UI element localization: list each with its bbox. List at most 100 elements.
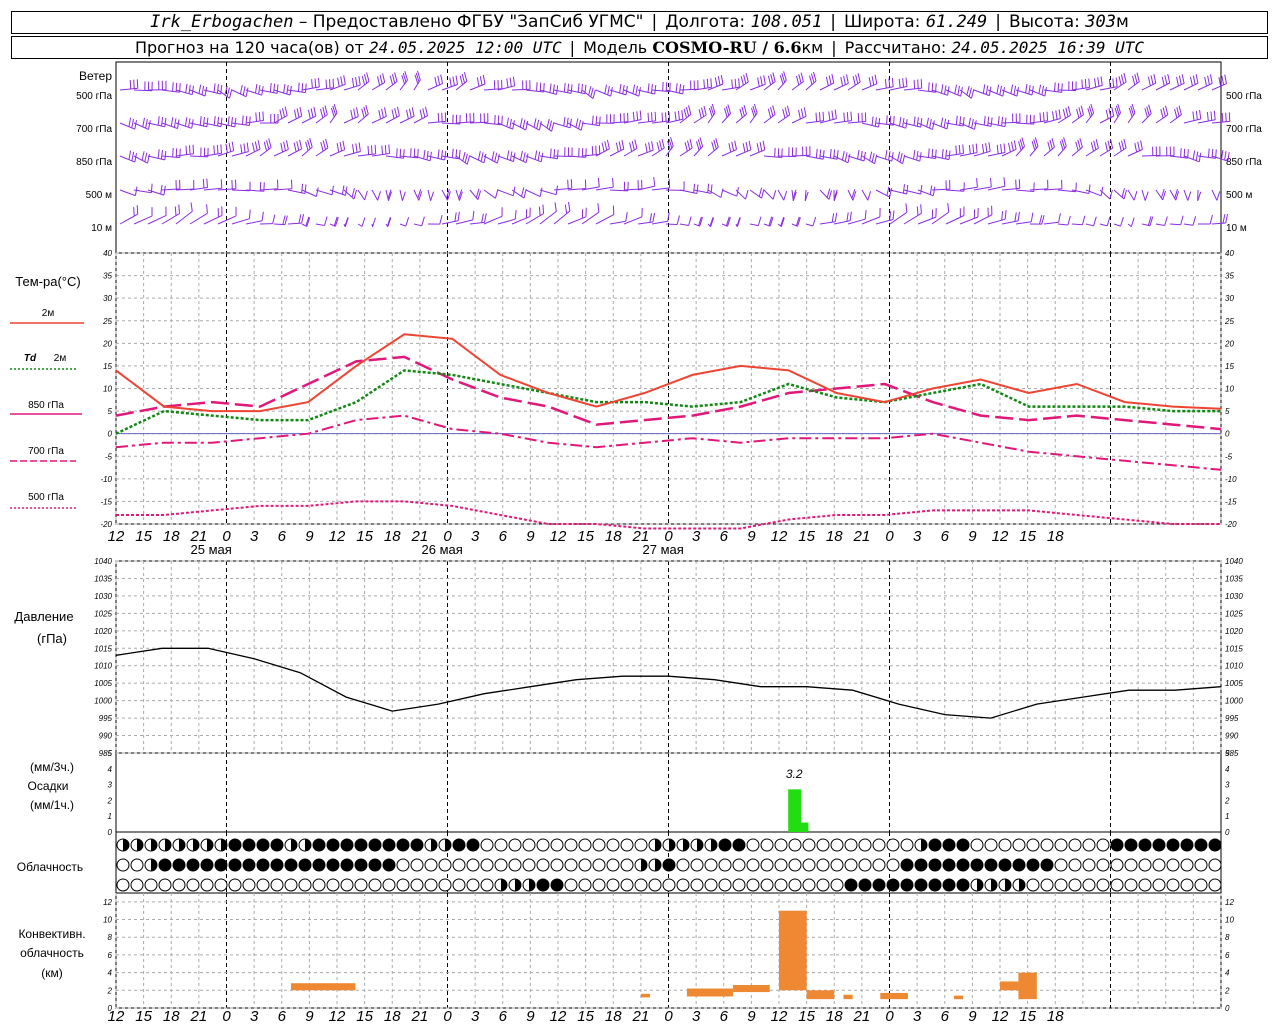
- cloud-icon: [984, 858, 998, 872]
- cloud-circle: [1152, 838, 1166, 852]
- cloud-icon: [536, 878, 550, 892]
- cloud-circle: [1208, 838, 1222, 852]
- wind-barb-flag: [783, 191, 788, 201]
- cloud-icon: [550, 878, 564, 892]
- cloud-icon: [130, 878, 144, 892]
- wind-barb-flag: [1090, 142, 1094, 152]
- cloud-icon: [494, 838, 508, 852]
- wind-barb-flag: [455, 75, 458, 85]
- wind-barb-flag: [479, 76, 483, 86]
- wind-barb-flag: [514, 210, 517, 220]
- cloud-circle: [1194, 858, 1208, 872]
- wind-barb-flag: [728, 143, 732, 153]
- cloud-circle: [228, 858, 242, 872]
- cloud-half: [683, 839, 689, 851]
- wind-barb-flag: [1041, 214, 1045, 225]
- wind-barb-flag: [568, 201, 571, 212]
- wind-barb-flag: [131, 118, 134, 128]
- wind-barb-flag: [715, 138, 719, 148]
- wind-barb: [1015, 221, 1032, 225]
- wind-barb-flag: [941, 149, 944, 159]
- wind-barb: [1127, 81, 1140, 91]
- x-tick-label-top: 12: [992, 528, 1009, 545]
- wind-barb: [315, 189, 333, 196]
- cloud-circle: [256, 858, 270, 872]
- wind-barb-flag: [462, 151, 466, 162]
- cloud-icon: [1096, 858, 1110, 872]
- cloud-circle: [1208, 878, 1222, 892]
- wind-barb-flag: [1078, 107, 1082, 117]
- y-tick-left-prec: 4: [108, 765, 113, 774]
- wind-barb-flag: [1136, 72, 1140, 82]
- wind-barb-flag: [1150, 75, 1154, 85]
- cloud-circle: [480, 858, 494, 872]
- wind-barb-flag: [192, 144, 195, 154]
- cloud-icon: [662, 858, 676, 872]
- wind-barb-flag: [711, 141, 715, 151]
- wind-barb-flag: [364, 190, 368, 201]
- cloud-icon: [970, 838, 984, 852]
- wind-barb-flag: [1079, 138, 1083, 148]
- wind-barb-flag: [720, 74, 724, 85]
- cloud-circle: [900, 838, 914, 852]
- wind-barb-flag: [846, 212, 849, 222]
- cloud-half: [529, 879, 535, 891]
- wind-barb-flag: [947, 203, 950, 213]
- wind-barb-flag: [1180, 215, 1184, 225]
- cloud-circle: [312, 858, 326, 872]
- wind-barb-flag: [736, 217, 741, 227]
- wind-barb-flag: [1014, 212, 1017, 222]
- cloud-circle: [410, 858, 424, 872]
- wind-barb-flag: [512, 76, 516, 86]
- wind-barb-flag: [636, 111, 639, 121]
- wind-barb: [595, 148, 610, 157]
- wind-barb: [889, 211, 908, 225]
- x-tick-label-top: 3: [692, 528, 701, 545]
- wind-barb-flag: [815, 148, 818, 158]
- wind-barb-flag: [1008, 142, 1011, 153]
- x-tick-label-top: 12: [108, 528, 125, 545]
- cloud-circle: [1068, 838, 1082, 852]
- wind-barb-flag: [252, 142, 255, 153]
- cloud-icon: [844, 878, 858, 892]
- cloud-icon: [858, 838, 872, 852]
- cloud-circle: [774, 858, 788, 872]
- cloud-icon: [284, 878, 298, 892]
- wind-barb-flag: [1199, 109, 1202, 120]
- cloud-circle: [1082, 878, 1096, 892]
- wind-barb-flag: [1221, 75, 1225, 85]
- wind-barb: [483, 215, 503, 225]
- cloud-icon: [354, 838, 368, 852]
- wind-barb-flag: [685, 106, 690, 117]
- wind-barb: [707, 189, 722, 198]
- cloud-circle: [1110, 858, 1124, 872]
- cloud-icon: [1040, 838, 1054, 852]
- wind-barb: [609, 148, 625, 157]
- wind-barb-flag: [378, 110, 382, 120]
- wind-barb-flag: [990, 177, 992, 188]
- x-tick-label-top: 3: [913, 528, 922, 545]
- wind-barb-flag: [394, 72, 398, 82]
- wind-barb-flag: [886, 115, 888, 125]
- y-tick-right-prec: 5: [1225, 749, 1230, 758]
- cloud-icon: [368, 878, 382, 892]
- cloud-circle: [858, 838, 872, 852]
- cloud-icon: [760, 838, 774, 852]
- cloud-icon: [1082, 878, 1096, 892]
- wind-barb-flag: [892, 210, 895, 220]
- wind-barb-flag: [1049, 139, 1053, 150]
- cloud-icon: [690, 878, 704, 892]
- wind-barb-flag: [342, 140, 346, 150]
- cloud-circle: [732, 878, 746, 892]
- wind-barb-flag: [1093, 216, 1097, 226]
- cloud-icon: [1110, 838, 1124, 852]
- wind-barb-flag: [857, 149, 860, 160]
- wind-barb-flag: [552, 84, 555, 94]
- cloud-circle: [732, 838, 746, 852]
- wind-barb-flag: [1105, 109, 1109, 119]
- wind-barb-flag: [1190, 76, 1193, 87]
- cloud-icon: [438, 838, 452, 852]
- cloud-icon: [1012, 838, 1026, 852]
- wind-barb-flag: [540, 152, 544, 162]
- x-tick-label-top: 0: [885, 528, 894, 545]
